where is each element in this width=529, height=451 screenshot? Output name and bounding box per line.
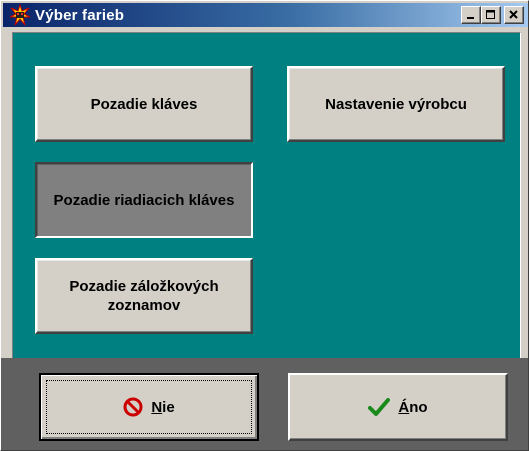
options-panel: Pozadie kláves Nastavenie výrobcu Pozadi…: [12, 32, 521, 360]
factory-settings-label: Nastavenie výrobcu: [325, 95, 467, 113]
window-controls: [459, 6, 524, 24]
yes-mnemonic: Á: [398, 398, 410, 416]
minimize-button[interactable]: [461, 6, 481, 24]
no-entry-icon: [123, 397, 143, 417]
no-button-label: Nie: [151, 399, 174, 416]
yes-button-label: Áno: [398, 399, 427, 416]
close-button[interactable]: [504, 6, 524, 24]
maximize-icon: [486, 10, 495, 19]
control-key-background-label: Pozadie riadiacich kláves: [53, 191, 235, 209]
bookmark-list-background-button[interactable]: Pozadie záložkových zoznamov: [35, 258, 253, 334]
window-title: Výber farieb: [35, 6, 125, 24]
factory-settings-button[interactable]: Nastavenie výrobcu: [287, 66, 505, 142]
app-icon: [9, 4, 31, 26]
key-background-button[interactable]: Pozadie kláves: [35, 66, 253, 142]
key-background-label: Pozadie kláves: [90, 95, 198, 113]
bookmark-list-background-label: Pozadie záložkových zoznamov: [69, 278, 219, 314]
control-key-background-button[interactable]: Pozadie riadiacich kláves: [35, 162, 253, 238]
close-icon: [509, 10, 518, 19]
color-selection-dialog: Výber farieb Pozadie kláves Nastavenie v…: [0, 0, 529, 451]
no-button[interactable]: Nie: [39, 373, 259, 441]
maximize-button[interactable]: [481, 6, 501, 24]
title-bar[interactable]: Výber farieb: [3, 3, 528, 27]
yes-label-rest: no: [409, 398, 428, 416]
no-label-rest: ie: [162, 398, 175, 416]
minimize-icon: [467, 17, 474, 19]
yes-button[interactable]: Áno: [288, 373, 508, 441]
no-mnemonic: N: [151, 398, 163, 416]
checkmark-icon: [368, 398, 391, 416]
